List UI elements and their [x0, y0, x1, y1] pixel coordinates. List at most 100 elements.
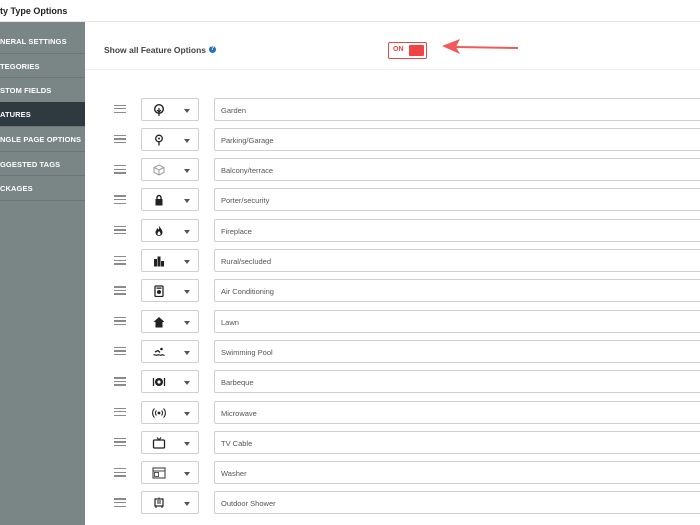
icon-select[interactable] — [141, 430, 199, 454]
icon-select[interactable] — [141, 309, 199, 333]
feature-name-input[interactable]: Microwave — [214, 400, 700, 424]
chevron-down-icon — [184, 502, 190, 507]
feature-row: Outdoor Shower — [85, 490, 700, 520]
feature-name-value: Balcony/terrace — [221, 166, 274, 176]
drag-handle-icon[interactable] — [114, 165, 126, 175]
icon-select[interactable] — [141, 97, 199, 121]
drag-handle-icon[interactable] — [114, 498, 126, 508]
chevron-down-icon — [184, 381, 190, 386]
chevron-down-icon — [184, 260, 190, 264]
buildings-icon — [154, 256, 164, 267]
annotation-arrow-icon — [442, 39, 519, 54]
feature-name-value: Microwave — [221, 408, 257, 418]
feature-row: Air Conditioning — [85, 278, 700, 308]
feature-row: Washer — [85, 460, 700, 490]
main-content: Show all Feature Options ? ON Garden Par… — [85, 22, 700, 525]
chevron-down-icon — [184, 169, 190, 174]
help-icon[interactable]: ? — [209, 46, 216, 53]
feature-name-input[interactable]: Fireplace — [214, 218, 700, 242]
grill-icon — [152, 378, 166, 387]
feature-name-input[interactable]: Garden — [214, 97, 700, 121]
drag-handle-icon[interactable] — [114, 134, 126, 145]
drag-handle-icon[interactable] — [114, 256, 126, 266]
feature-row: Rural/secluded — [85, 248, 700, 278]
icon-select[interactable] — [141, 370, 199, 394]
icon-select[interactable] — [141, 188, 199, 212]
icon-select[interactable] — [141, 491, 199, 515]
chevron-down-icon — [184, 199, 190, 204]
feature-row: Porter/security — [85, 187, 700, 217]
feature-name-value: Fireplace — [221, 226, 252, 236]
fire-icon — [155, 225, 163, 236]
drag-handle-icon[interactable] — [114, 346, 126, 357]
feature-name-input[interactable]: Balcony/terrace — [214, 158, 700, 182]
icon-select[interactable] — [141, 279, 199, 303]
icon-select[interactable] — [141, 158, 199, 182]
shower-icon — [154, 497, 164, 509]
drag-handle-icon[interactable] — [114, 195, 126, 205]
lock-icon — [155, 195, 163, 206]
feature-name-input[interactable]: Porter/security — [214, 188, 700, 212]
feature-name-input[interactable]: Barbeque — [214, 370, 700, 394]
feature-name-value: Garden — [221, 105, 247, 115]
page-title: ty Type Options — [0, 6, 68, 16]
feature-row: Balcony/terrace — [85, 157, 700, 187]
sidebar-item-custom-fields[interactable]: STOM FIELDS — [0, 78, 85, 103]
sidebar-item-packages[interactable]: CKAGES — [0, 176, 85, 201]
chevron-down-icon — [184, 320, 190, 325]
chevron-down-icon — [184, 138, 190, 143]
feature-name-input[interactable]: Air Conditioning — [214, 279, 700, 303]
feature-row: Barbeque — [85, 369, 700, 399]
feature-name-value: Porter/security — [221, 196, 270, 206]
map-pin-icon — [155, 134, 163, 146]
chevron-down-icon — [184, 290, 190, 295]
tv-icon — [152, 436, 166, 449]
icon-select[interactable] — [141, 127, 199, 151]
drag-handle-icon[interactable] — [114, 437, 126, 448]
feature-name-value: Rural/secluded — [221, 257, 272, 266]
sidebar-item-single-page-options[interactable]: NGLE PAGE OPTIONS — [0, 127, 85, 152]
feature-name-input[interactable]: TV Cable — [214, 430, 700, 454]
feature-row: Swimming Pool — [85, 339, 700, 369]
sidebar-item-label: CKAGES — [0, 184, 33, 193]
sidebar-item-features[interactable]: ATURES — [0, 102, 85, 127]
chevron-down-icon — [184, 441, 190, 446]
feature-name-input[interactable]: Rural/secluded — [214, 249, 700, 272]
feature-row: Microwave — [85, 400, 700, 430]
feature-name-value: Outdoor Shower — [221, 499, 276, 509]
drag-handle-icon[interactable] — [114, 407, 126, 418]
chevron-down-icon — [184, 411, 190, 416]
sidebar-item-categories[interactable]: TEGORIES — [0, 54, 85, 78]
icon-select[interactable] — [141, 249, 199, 272]
feature-name-input[interactable]: Outdoor Shower — [214, 491, 700, 515]
drag-handle-icon[interactable] — [114, 468, 126, 478]
show-all-toggle[interactable]: ON — [388, 42, 427, 59]
icon-select[interactable] — [141, 400, 199, 424]
drag-handle-icon[interactable] — [114, 377, 126, 387]
feature-name-input[interactable]: Swimming Pool — [214, 339, 700, 363]
sidebar-item-label: GGESTED TAGS — [0, 159, 61, 169]
sidebar-item-general-settings[interactable]: NERAL SETTINGS — [0, 29, 85, 54]
feature-name-input[interactable]: Washer — [214, 461, 700, 485]
feature-name-input[interactable]: Lawn — [214, 309, 700, 333]
icon-select[interactable] — [141, 461, 199, 485]
cube-icon — [153, 164, 165, 176]
drag-handle-icon[interactable] — [114, 225, 126, 236]
icon-select[interactable] — [141, 339, 199, 363]
drag-handle-icon[interactable] — [114, 286, 126, 296]
feature-row: Fireplace — [85, 218, 700, 248]
feature-name-input[interactable]: Parking/Garage — [214, 127, 700, 151]
page: ty Type Options NERAL SETTINGS TEGORIES … — [0, 0, 700, 525]
feature-row: TV Cable — [85, 430, 700, 460]
sidebar-item-label: STOM FIELDS — [0, 86, 52, 95]
sidebar-item-label: TEGORIES — [0, 61, 40, 71]
sidebar-item-suggested-tags[interactable]: GGESTED TAGS — [0, 152, 85, 176]
sidebar-item-label: NERAL SETTINGS — [0, 37, 67, 46]
icon-select[interactable] — [141, 218, 199, 242]
washer-icon — [152, 467, 166, 479]
drag-handle-icon[interactable] — [114, 316, 126, 327]
drag-handle-icon[interactable] — [114, 104, 126, 115]
swimmer-icon — [153, 347, 165, 356]
toggle-on-label: ON — [393, 46, 404, 53]
feature-name-value: Air Conditioning — [221, 287, 274, 297]
